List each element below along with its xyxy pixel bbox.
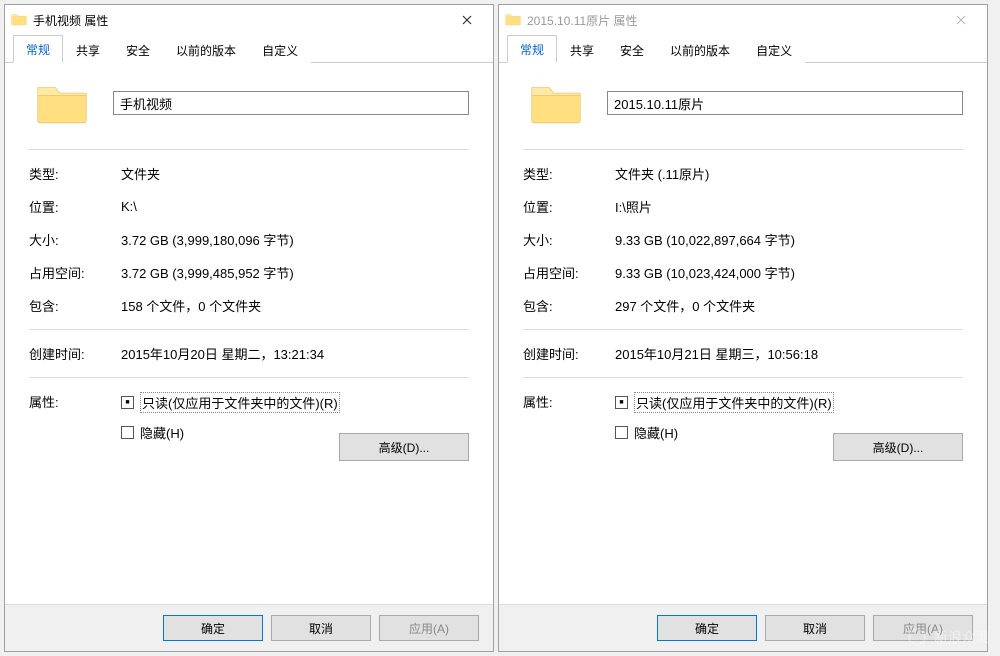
apply-button[interactable]: 应用(A): [379, 615, 479, 641]
cancel-button[interactable]: 取消: [271, 615, 371, 641]
ondisk-value: 9.33 GB (10,023,424,000 字节): [615, 263, 963, 282]
folder-large-icon: [35, 81, 89, 125]
folder-icon: [11, 12, 27, 28]
location-value: K:\: [121, 199, 469, 214]
properties-dialog-0: 手机视频 属性 常规共享安全以前的版本自定义 类型:文件夹 位置:K:\ 大小:…: [4, 4, 494, 652]
hidden-label: 隐藏(H): [634, 423, 678, 442]
tab-2[interactable]: 安全: [607, 36, 657, 63]
contains-label: 包含:: [523, 296, 615, 315]
type-value: 文件夹: [121, 164, 469, 183]
tab-bar: 常规共享安全以前的版本自定义: [5, 35, 493, 63]
attr-label: 属性:: [523, 392, 615, 411]
folder-name-input[interactable]: [113, 91, 469, 115]
size-value: 3.72 GB (3,999,180,096 字节): [121, 230, 469, 249]
folder-name-input[interactable]: [607, 91, 963, 115]
location-label: 位置:: [29, 197, 121, 216]
tab-content-general: 类型:文件夹 位置:K:\ 大小:3.72 GB (3,999,180,096 …: [5, 63, 493, 604]
type-label: 类型:: [29, 164, 121, 183]
close-icon[interactable]: [941, 6, 981, 34]
tab-content-general: 类型:文件夹 (.11原片) 位置:I:\照片 大小:9.33 GB (10,0…: [499, 63, 987, 604]
created-value: 2015年10月21日 星期三，10:56:18: [615, 344, 963, 363]
size-value: 9.33 GB (10,022,897,664 字节): [615, 230, 963, 249]
folder-large-icon: [529, 81, 583, 125]
location-value: I:\照片: [615, 197, 963, 216]
window-title: 手机视频 属性: [33, 12, 447, 29]
ok-button[interactable]: 确定: [163, 615, 263, 641]
readonly-label: 只读(仅应用于文件夹中的文件)(R): [634, 392, 834, 413]
ok-button[interactable]: 确定: [657, 615, 757, 641]
apply-button[interactable]: 应用(A): [873, 615, 973, 641]
created-label: 创建时间:: [523, 344, 615, 363]
tab-3[interactable]: 以前的版本: [657, 36, 743, 63]
tab-0[interactable]: 常规: [507, 35, 557, 63]
hidden-checkbox[interactable]: [615, 426, 628, 439]
readonly-checkbox[interactable]: [615, 396, 628, 409]
advanced-button[interactable]: 高级(D)...: [833, 433, 963, 461]
created-label: 创建时间:: [29, 344, 121, 363]
size-label: 大小:: [523, 230, 615, 249]
tab-0[interactable]: 常规: [13, 35, 63, 63]
type-label: 类型:: [523, 164, 615, 183]
readonly-label: 只读(仅应用于文件夹中的文件)(R): [140, 392, 340, 413]
contains-label: 包含:: [29, 296, 121, 315]
dialog-footer: 确定 取消 应用(A): [5, 604, 493, 651]
readonly-checkbox[interactable]: [121, 396, 134, 409]
tab-1[interactable]: 共享: [63, 36, 113, 63]
cancel-button[interactable]: 取消: [765, 615, 865, 641]
type-value: 文件夹 (.11原片): [615, 164, 963, 183]
tab-2[interactable]: 安全: [113, 36, 163, 63]
dialog-footer: 确定 取消 应用(A): [499, 604, 987, 651]
hidden-label: 隐藏(H): [140, 423, 184, 442]
tab-4[interactable]: 自定义: [249, 36, 311, 63]
tab-1[interactable]: 共享: [557, 36, 607, 63]
ondisk-label: 占用空间:: [523, 263, 615, 282]
contains-value: 297 个文件，0 个文件夹: [615, 296, 963, 315]
tab-bar: 常规共享安全以前的版本自定义: [499, 35, 987, 63]
tab-3[interactable]: 以前的版本: [163, 36, 249, 63]
ondisk-label: 占用空间:: [29, 263, 121, 282]
created-value: 2015年10月20日 星期二，13:21:34: [121, 344, 469, 363]
contains-value: 158 个文件，0 个文件夹: [121, 296, 469, 315]
hidden-checkbox[interactable]: [121, 426, 134, 439]
ondisk-value: 3.72 GB (3,999,485,952 字节): [121, 263, 469, 282]
close-icon[interactable]: [447, 6, 487, 34]
location-label: 位置:: [523, 197, 615, 216]
advanced-button[interactable]: 高级(D)...: [339, 433, 469, 461]
attr-label: 属性:: [29, 392, 121, 411]
window-title: 2015.10.11原片 属性: [527, 12, 941, 29]
folder-icon: [505, 12, 521, 28]
size-label: 大小:: [29, 230, 121, 249]
titlebar[interactable]: 2015.10.11原片 属性: [499, 5, 987, 35]
titlebar[interactable]: 手机视频 属性: [5, 5, 493, 35]
tab-4[interactable]: 自定义: [743, 36, 805, 63]
properties-dialog-1: 2015.10.11原片 属性 常规共享安全以前的版本自定义 类型:文件夹 (.…: [498, 4, 988, 652]
